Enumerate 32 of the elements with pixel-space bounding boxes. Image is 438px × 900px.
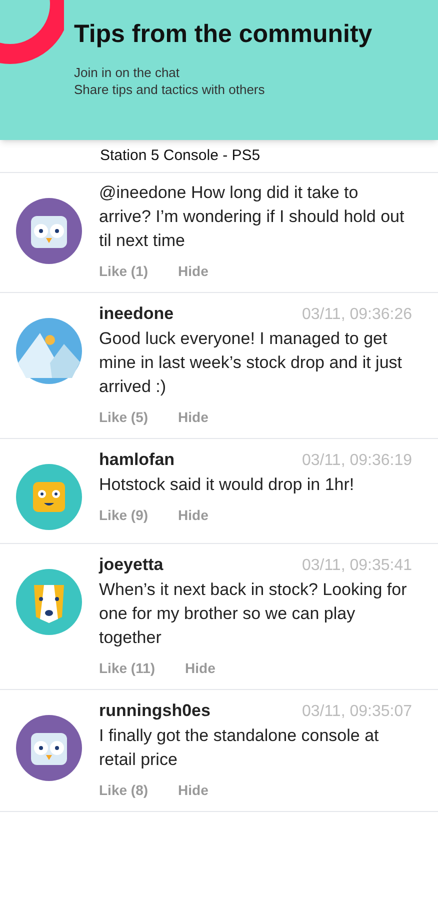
hide-button[interactable]: Hide xyxy=(178,407,208,428)
timestamp: 03/11, 09:35:07 xyxy=(302,702,412,722)
like-button[interactable]: Like (11) xyxy=(99,658,156,679)
message-text: Hotstock said it would drop in 1hr! xyxy=(99,474,356,496)
username: ineedone xyxy=(99,303,174,325)
like-button[interactable]: Like (1) xyxy=(99,261,148,282)
hide-button[interactable]: Hide xyxy=(178,261,208,282)
timestamp: 03/11, 09:35:41 xyxy=(302,556,412,576)
product-title: Station 5 Console - PS5 xyxy=(100,147,260,164)
hide-button[interactable]: Hide xyxy=(185,658,216,679)
message-text: Good luck everyone! I managed to get mine in last week’s stock drop and it just arrived :) xyxy=(99,328,403,398)
banner-subtitle: Share tips and tactics with others xyxy=(74,80,266,98)
timestamp: 03/11, 09:36:19 xyxy=(302,451,412,471)
like-button[interactable]: Like (5) xyxy=(99,407,148,428)
like-button[interactable]: Like (9) xyxy=(99,505,148,526)
robot-avatar-icon xyxy=(16,464,82,530)
like-button[interactable]: Like (8) xyxy=(99,780,148,801)
dog-avatar-icon xyxy=(16,569,82,635)
owl-avatar-icon xyxy=(16,715,82,781)
message-text: I finally got the standalone console at retail price xyxy=(99,725,380,771)
banner-subtitle: Join in on the chat xyxy=(74,64,181,80)
message-text: @ineedone How long did it take to arrive? I’m wondering if I should hold out til next time xyxy=(99,182,406,252)
hide-button[interactable]: Hide xyxy=(178,780,208,801)
owl-avatar-icon xyxy=(16,198,82,264)
username: runningsh0es xyxy=(99,700,210,722)
username: hamlofan xyxy=(99,449,175,471)
mountain-avatar-icon xyxy=(16,318,82,384)
message-text: When’s it next back in stock? Looking for one for my brother so we can play together xyxy=(99,579,408,649)
timestamp: 03/11, 09:36:26 xyxy=(302,305,412,325)
hide-button[interactable]: Hide xyxy=(178,505,208,526)
username: joeyetta xyxy=(99,554,164,576)
banner-title: Tips from the community xyxy=(74,19,372,50)
